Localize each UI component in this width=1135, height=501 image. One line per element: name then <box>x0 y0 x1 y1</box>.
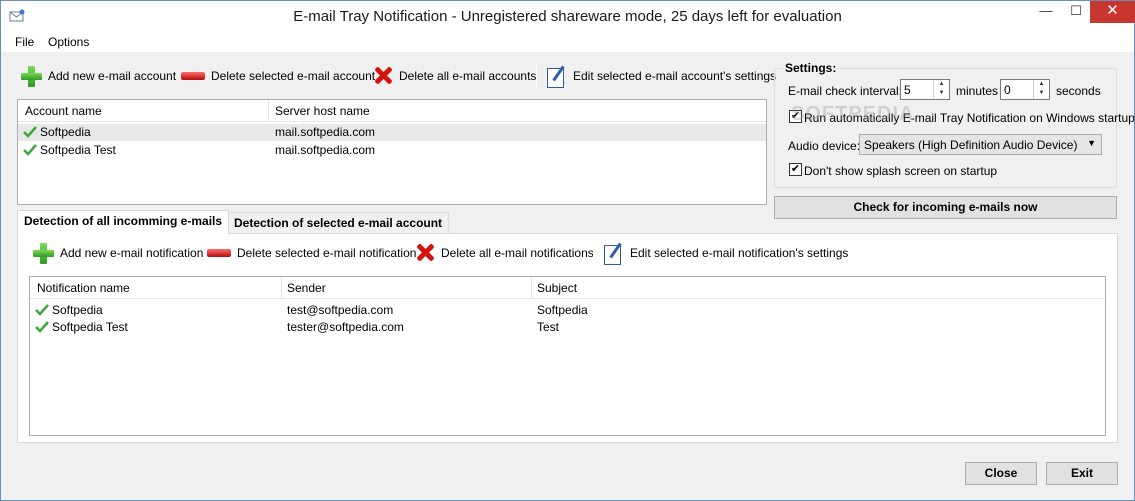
menu-bar: File Options <box>1 32 1134 52</box>
edit-account-button[interactable]: Edit selected e-mail account's settings <box>545 65 777 88</box>
toolbar-separator <box>536 63 537 89</box>
minus-icon <box>207 242 231 264</box>
delete-all-accounts-button[interactable]: Delete all e-mail accounts <box>373 65 536 87</box>
delete-notification-label: Delete selected e-mail notification <box>237 246 417 260</box>
column-divider <box>268 100 269 122</box>
column-server-host[interactable]: Server host name <box>275 104 370 118</box>
close-window-button[interactable]: ✕ <box>1090 1 1135 23</box>
notifications-list[interactable]: Notification name Sender Subject Softped… <box>29 276 1106 436</box>
column-notification-name[interactable]: Notification name <box>37 281 130 295</box>
menu-file[interactable]: File <box>15 35 34 49</box>
seconds-spinner[interactable]: 0 ▲ ▼ <box>1000 79 1050 100</box>
notification-row[interactable]: Softpedia test@softpedia.com Softpedia <box>30 302 1105 319</box>
column-account-name[interactable]: Account name <box>25 104 102 118</box>
delete-all-notifications-label: Delete all e-mail notifications <box>441 246 594 260</box>
green-check-icon <box>35 304 49 316</box>
close-button[interactable]: Close <box>965 462 1037 485</box>
watermark: SOFTPEDIA <box>791 103 915 125</box>
menu-options[interactable]: Options <box>48 35 89 49</box>
account-row[interactable]: Softpedia Test mail.softpedia.com <box>18 142 766 159</box>
check-now-button[interactable]: Check for incoming e-mails now <box>774 196 1117 219</box>
minutes-value: 5 <box>904 83 911 97</box>
green-check-icon <box>23 144 37 156</box>
notification-subject: Test <box>537 320 560 334</box>
delete-notification-button[interactable]: Delete selected e-mail notification <box>207 242 416 264</box>
add-notification-button[interactable]: Add new e-mail notification <box>32 242 203 264</box>
accounts-list[interactable]: Account name Server host name Softpedia … <box>17 99 767 205</box>
edit-notification-label: Edit selected e-mail notification's sett… <box>630 246 849 260</box>
main-window: E-mail Tray Notification - Unregistered … <box>0 0 1135 501</box>
column-divider <box>531 277 532 299</box>
add-account-button[interactable]: Add new e-mail account <box>20 65 176 87</box>
delete-account-button[interactable]: Delete selected e-mail account <box>181 65 375 87</box>
delete-all-notifications-button[interactable]: Delete all e-mail notifications <box>415 242 594 264</box>
green-check-icon <box>35 321 49 333</box>
spinner-arrows[interactable]: ▲ ▼ <box>933 80 949 99</box>
interval-label: E-mail check interval: <box>788 84 903 98</box>
notifications-list-header: Notification name Sender Subject <box>30 277 1105 299</box>
column-divider <box>281 277 282 299</box>
add-account-label: Add new e-mail account <box>48 69 177 83</box>
delete-account-label: Delete selected e-mail account <box>211 69 376 83</box>
window-title: E-mail Tray Notification - Unregistered … <box>293 8 842 25</box>
seconds-label: seconds <box>1056 84 1101 98</box>
no-splash-checkbox[interactable]: ✔ <box>789 163 802 176</box>
column-sender[interactable]: Sender <box>287 281 326 295</box>
edit-account-label: Edit selected e-mail account's settings <box>573 69 777 83</box>
accounts-list-header: Account name Server host name <box>18 100 766 122</box>
account-name: Softpedia <box>40 125 91 139</box>
add-notification-label: Add new e-mail notification <box>60 246 204 260</box>
notification-row[interactable]: Softpedia Test tester@softpedia.com Test <box>30 319 1105 336</box>
exit-button[interactable]: Exit <box>1046 462 1118 485</box>
notification-name: Softpedia Test <box>52 320 128 334</box>
no-splash-label: Don't show splash screen on startup <box>804 164 998 178</box>
plus-icon <box>32 242 54 264</box>
edit-notification-button[interactable]: Edit selected e-mail notification's sett… <box>602 242 849 265</box>
account-host: mail.softpedia.com <box>275 125 376 139</box>
minimize-button[interactable]: — <box>1031 1 1061 23</box>
red-x-icon <box>373 65 393 87</box>
plus-icon <box>20 65 42 87</box>
account-row[interactable]: Softpedia mail.softpedia.com <box>18 124 766 141</box>
minus-icon <box>181 65 205 87</box>
column-subject[interactable]: Subject <box>537 281 577 295</box>
notification-name: Softpedia <box>52 303 103 317</box>
spinner-arrows[interactable]: ▲ ▼ <box>1033 80 1049 99</box>
green-check-icon <box>23 126 37 138</box>
delete-all-accounts-label: Delete all e-mail accounts <box>399 69 537 83</box>
edit-document-icon <box>602 242 624 265</box>
seconds-value: 0 <box>1004 83 1011 97</box>
settings-title: Settings: <box>783 61 839 75</box>
maximize-button[interactable]: ☐ <box>1061 1 1091 23</box>
minutes-label: minutes <box>956 84 999 98</box>
red-x-icon <box>415 242 435 264</box>
tab-selected-account[interactable]: Detection of selected e-mail account <box>227 212 450 234</box>
audio-device-dropdown[interactable]: Speakers (High Definition Audio Device) … <box>859 134 1102 155</box>
chevron-down-icon: ▼ <box>1087 138 1096 148</box>
minutes-spinner[interactable]: 5 ▲ ▼ <box>900 79 950 100</box>
notification-subject: Softpedia <box>537 303 588 317</box>
title-bar: E-mail Tray Notification - Unregistered … <box>1 1 1135 32</box>
account-host: mail.softpedia.com <box>275 143 376 157</box>
notification-sender: test@softpedia.com <box>287 303 394 317</box>
account-name: Softpedia Test <box>40 143 116 157</box>
audio-device-label: Audio device: <box>788 139 861 153</box>
tab-all-incoming[interactable]: Detection of all incomming e-mails <box>17 210 230 234</box>
notification-sender: tester@softpedia.com <box>287 320 404 334</box>
edit-document-icon <box>545 65 567 88</box>
audio-device-value: Speakers (High Definition Audio Device) <box>864 138 1078 152</box>
toolbar-separator <box>593 240 594 266</box>
